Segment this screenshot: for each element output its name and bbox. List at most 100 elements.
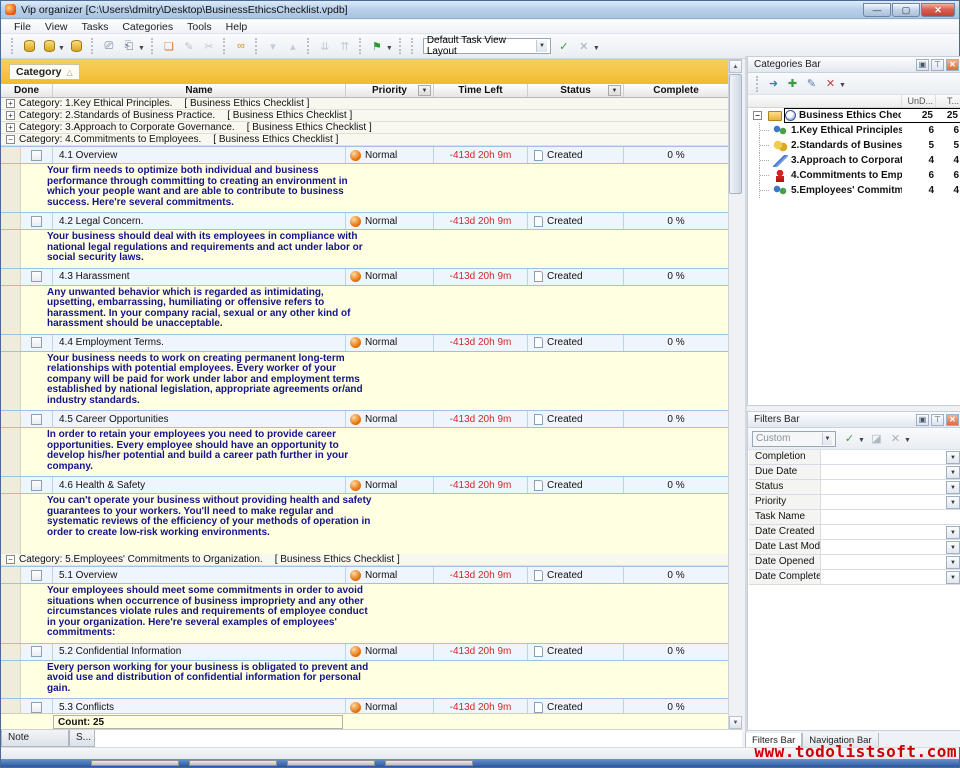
- workspace-icon[interactable]: ⚑: [368, 38, 386, 55]
- chevron-down-icon[interactable]: ▼: [822, 433, 832, 445]
- panel-pin-icon[interactable]: ⊤: [931, 59, 944, 71]
- column-header-done[interactable]: Done: [1, 84, 53, 97]
- print-preview-icon[interactable]: ⎗: [120, 38, 138, 55]
- filter-value-field[interactable]: [821, 510, 960, 524]
- collapse-icon[interactable]: −: [6, 135, 15, 144]
- expand-icon[interactable]: +: [6, 111, 15, 120]
- edit-task-icon[interactable]: ✎: [180, 38, 198, 55]
- save-database-icon[interactable]: [68, 38, 86, 55]
- task-checkbox[interactable]: [31, 702, 42, 713]
- task-row[interactable]: 5.1 OverviewNormal-413d 20h 9mCreated0 %: [1, 566, 728, 584]
- menu-tasks[interactable]: Tasks: [75, 21, 116, 33]
- task-checkbox[interactable]: [31, 570, 42, 581]
- tree-item[interactable]: 1.Key Ethical Principles.66: [748, 123, 960, 138]
- task-row[interactable]: 5.2 Confidential InformationNormal-413d …: [1, 643, 728, 661]
- category-row[interactable]: +Category: 2.Standards of Business Pract…: [1, 110, 728, 122]
- edit-category-icon[interactable]: ✎: [803, 76, 820, 92]
- task-name[interactable]: 5.2 Confidential Information: [53, 644, 346, 660]
- task-name[interactable]: 5.3 Conflicts: [53, 699, 346, 713]
- task-checkbox[interactable]: [31, 216, 42, 227]
- chevron-down-icon[interactable]: ▼: [858, 437, 865, 444]
- tree-item[interactable]: 3.Approach to Corporate Go44: [748, 153, 960, 168]
- task-name[interactable]: 4.6 Health & Safety: [53, 477, 346, 493]
- tree-item[interactable]: − Business Ethics Checklist2525: [748, 108, 960, 123]
- move-bottom-icon[interactable]: ⇊: [316, 38, 334, 55]
- task-name[interactable]: 4.5 Career Opportunities: [53, 411, 346, 427]
- panel-restore-icon[interactable]: ▣: [916, 414, 929, 426]
- column-header-priority[interactable]: Priority▼: [346, 84, 434, 97]
- chevron-down-icon[interactable]: ▼: [946, 481, 960, 494]
- group-by-band[interactable]: Category △: [1, 60, 728, 84]
- task-row[interactable]: 5.3 ConflictsNormal-413d 20h 9mCreated0 …: [1, 698, 728, 713]
- task-name[interactable]: 4.2 Legal Concern.: [53, 213, 346, 229]
- chevron-down-icon[interactable]: ▼: [386, 45, 393, 52]
- chevron-down-icon[interactable]: ▼: [138, 45, 145, 52]
- filter-value-field[interactable]: [821, 465, 946, 479]
- menu-view[interactable]: View: [38, 21, 75, 33]
- priority-filter-dropdown-icon[interactable]: ▼: [418, 85, 431, 96]
- filter-value-field[interactable]: [821, 450, 946, 464]
- task-row[interactable]: 4.5 Career OpportunitiesNormal-413d 20h …: [1, 410, 728, 428]
- delete-category-icon[interactable]: ✕: [822, 76, 839, 92]
- delete-layout-icon[interactable]: ✕: [575, 38, 593, 55]
- chevron-down-icon[interactable]: ▼: [946, 451, 960, 464]
- category-row[interactable]: +Category: 3.Approach to Corporate Gover…: [1, 122, 728, 134]
- category-row[interactable]: −Category: 5.Employees' Commitments to O…: [1, 554, 728, 566]
- chevron-down-icon[interactable]: ▼: [946, 556, 960, 569]
- minimize-button[interactable]: —: [863, 3, 891, 17]
- panel-close-icon[interactable]: ✕: [946, 59, 959, 71]
- task-row[interactable]: 4.3 HarassmentNormal-413d 20h 9mCreated0…: [1, 268, 728, 286]
- task-checkbox[interactable]: [31, 150, 42, 161]
- filter-value-field[interactable]: [821, 570, 946, 584]
- task-name[interactable]: 5.1 Overview: [53, 567, 346, 583]
- filter-value-field[interactable]: [821, 540, 946, 554]
- title-bar[interactable]: Vip organizer [C:\Users\dmitry\Desktop\B…: [1, 1, 959, 19]
- clear-filter-icon[interactable]: ◪: [868, 431, 885, 447]
- column-header-name[interactable]: Name: [53, 84, 346, 97]
- scroll-down-icon[interactable]: ▼: [729, 716, 742, 729]
- tree-header-undone[interactable]: UnD...: [902, 95, 936, 107]
- chevron-down-icon[interactable]: ▼: [946, 571, 960, 584]
- chevron-down-icon[interactable]: ▼: [946, 541, 960, 554]
- duplicate-task-icon[interactable]: ✂: [200, 38, 218, 55]
- apply-filter-icon[interactable]: ✓: [841, 431, 858, 447]
- filter-value-field[interactable]: [821, 495, 946, 509]
- column-header-status[interactable]: Status▼: [528, 84, 624, 97]
- filter-value-field[interactable]: [821, 480, 946, 494]
- collapse-icon[interactable]: −: [753, 111, 762, 120]
- expand-icon[interactable]: +: [6, 123, 15, 132]
- task-checkbox[interactable]: [31, 271, 42, 282]
- chevron-down-icon[interactable]: ▼: [839, 82, 846, 89]
- new-database-icon[interactable]: [20, 38, 38, 55]
- apply-layout-icon[interactable]: ✓: [555, 38, 573, 55]
- menu-file[interactable]: File: [7, 21, 38, 33]
- tree-item[interactable]: 4.Commitments to Employees66: [748, 168, 960, 183]
- task-name[interactable]: 4.1 Overview: [53, 147, 346, 163]
- task-checkbox[interactable]: [31, 414, 42, 425]
- chevron-down-icon[interactable]: ▼: [58, 45, 65, 52]
- tree-item[interactable]: 2.Standards of Business Pra55: [748, 138, 960, 153]
- task-name[interactable]: 4.3 Harassment: [53, 269, 346, 285]
- open-database-icon[interactable]: [40, 38, 58, 55]
- task-row[interactable]: 4.2 Legal Concern.Normal-413d 20h 9mCrea…: [1, 212, 728, 230]
- category-row[interactable]: −Category: 4.Commitments to Employees.[ …: [1, 134, 728, 146]
- column-header-complete[interactable]: Complete: [624, 84, 728, 97]
- maximize-button[interactable]: ▢: [892, 3, 920, 17]
- chevron-down-icon[interactable]: ▼: [536, 40, 547, 52]
- move-down-icon[interactable]: ▾: [264, 38, 282, 55]
- tree-header-total[interactable]: T...: [936, 95, 960, 107]
- task-checkbox[interactable]: [31, 646, 42, 657]
- menu-tools[interactable]: Tools: [180, 21, 219, 33]
- task-row[interactable]: 4.4 Employment Terms.Normal-413d 20h 9mC…: [1, 334, 728, 352]
- chevron-down-icon[interactable]: ▼: [946, 496, 960, 509]
- tree-item-selected[interactable]: Business Ethics Checklist2525: [784, 108, 960, 123]
- layout-combo[interactable]: Default Task View Layout ▼: [423, 38, 551, 54]
- view-notes-icon[interactable]: ∞: [232, 38, 250, 55]
- scroll-up-icon[interactable]: ▲: [729, 60, 742, 73]
- chevron-down-icon[interactable]: ▼: [946, 466, 960, 479]
- tree-item[interactable]: 5.Employees' Commitments t44: [748, 183, 960, 198]
- move-up-icon[interactable]: ▴: [284, 38, 302, 55]
- group-by-chip-category[interactable]: Category △: [9, 64, 80, 80]
- category-row[interactable]: +Category: 1.Key Ethical Principles.[ Bu…: [1, 98, 728, 110]
- tab-note[interactable]: Note: [1, 730, 69, 747]
